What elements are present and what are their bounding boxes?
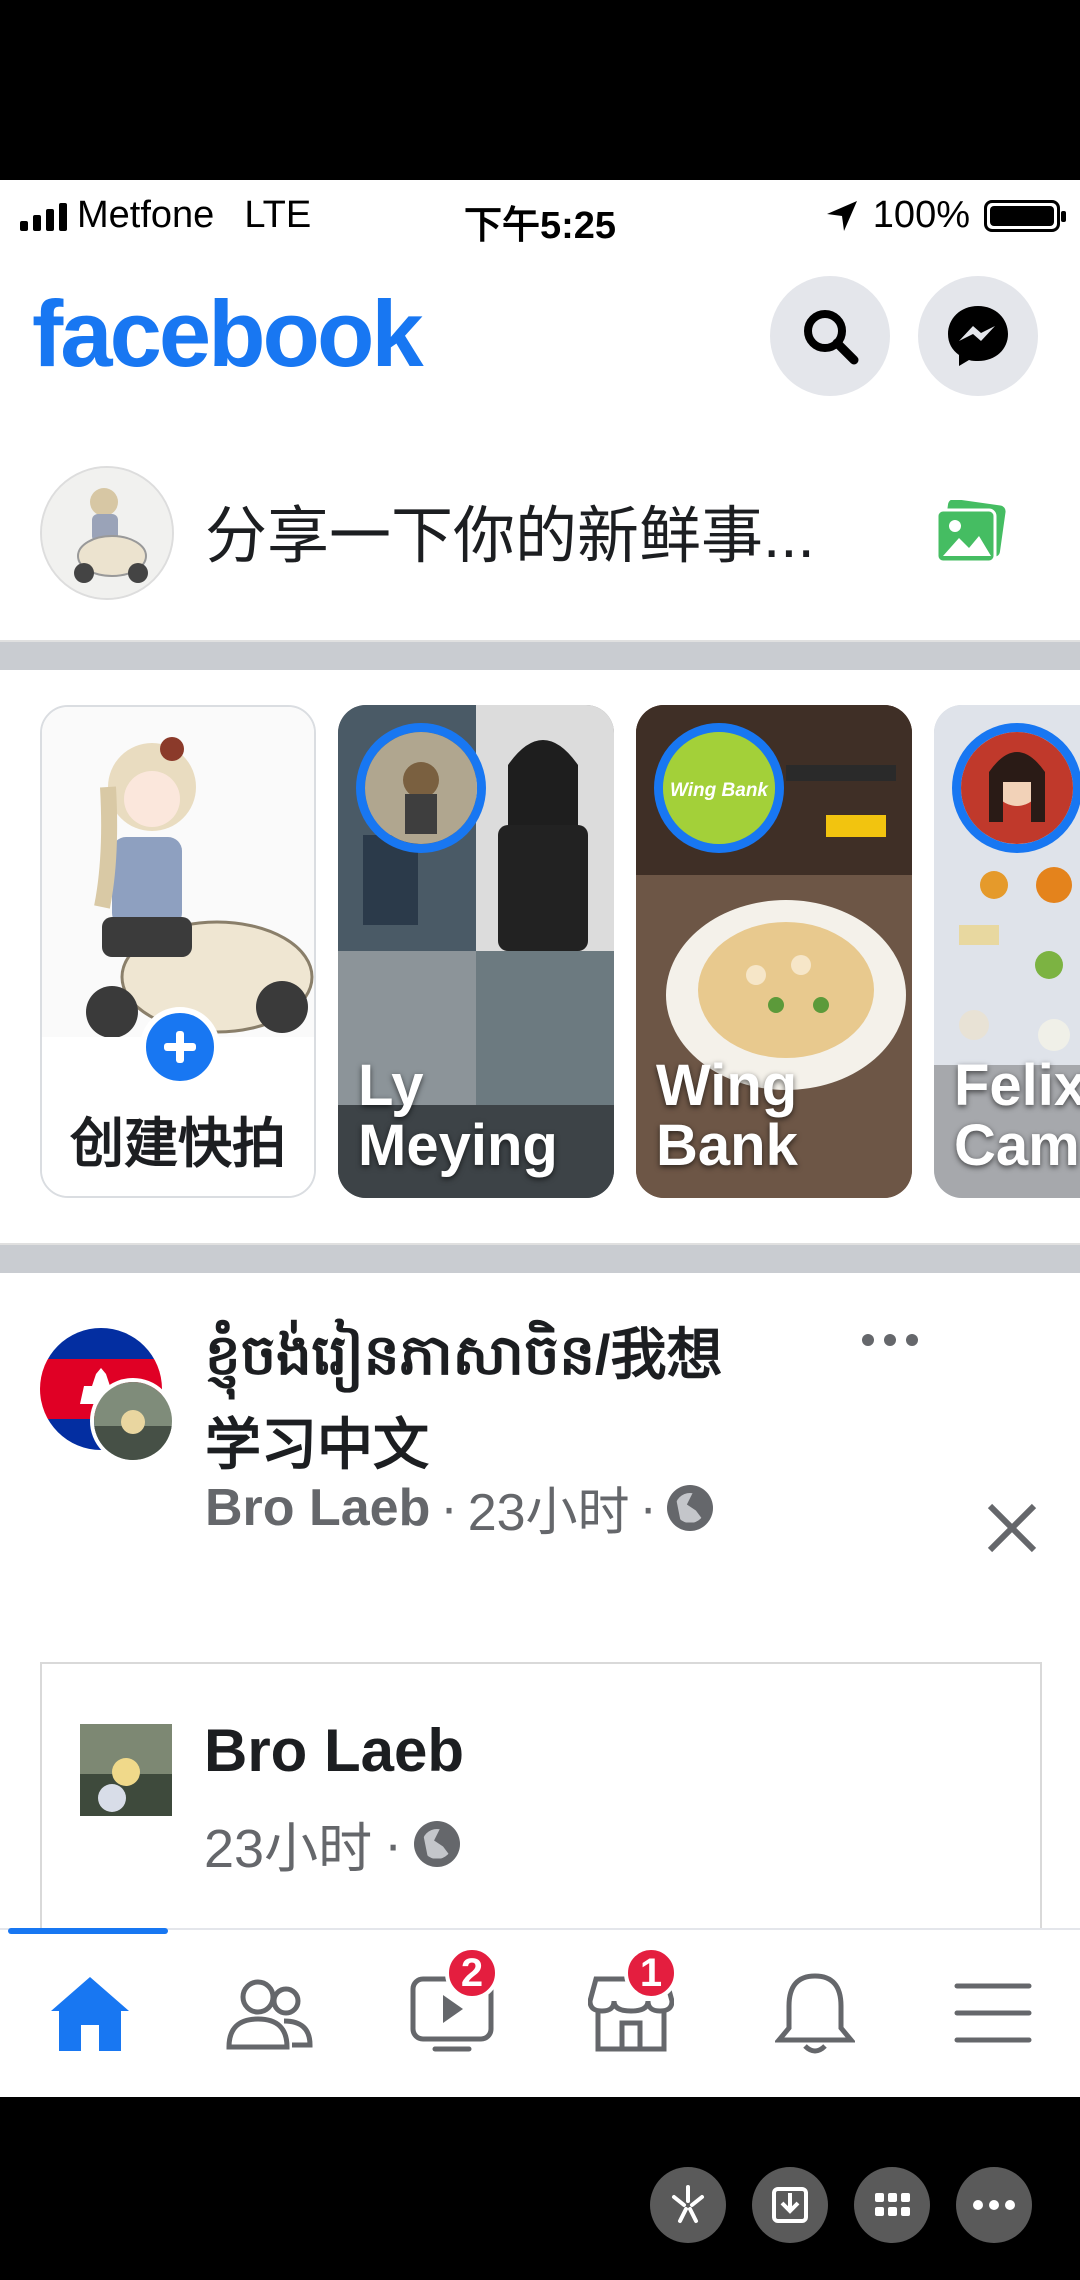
post-more-button[interactable]	[862, 1328, 918, 1352]
more-dots-icon	[973, 2200, 1015, 2210]
grid-icon	[875, 2193, 910, 2216]
story-ly-meying[interactable]: Ly Meying	[338, 705, 614, 1198]
sparkle-icon	[672, 2185, 704, 2223]
close-icon[interactable]	[986, 1502, 1038, 1554]
profile-avatar[interactable]	[40, 466, 174, 600]
section-divider	[0, 640, 1080, 670]
home-icon	[51, 1977, 129, 2051]
messenger-icon	[948, 306, 1008, 366]
search-icon	[804, 310, 859, 365]
plus-icon	[164, 1031, 196, 1063]
meta-separator: ·	[384, 1813, 403, 1874]
add-story-button[interactable]	[140, 1007, 220, 1087]
menu-icon	[954, 1983, 1032, 2043]
shared-author-name[interactable]: Bro Laeb	[204, 1716, 464, 1785]
story-name: Wing Bank	[656, 1053, 798, 1178]
battery-percent: 100%	[872, 194, 970, 236]
shared-post-card[interactable]: Bro Laeb 23小时 ·	[40, 1662, 1042, 1964]
create-story-image	[42, 707, 314, 1037]
more-options-button[interactable]	[956, 2167, 1032, 2243]
story-wing-bank[interactable]: Wing Bank Wing Bank	[636, 705, 912, 1198]
story-avatar: Wing Bank	[654, 723, 784, 853]
sparkle-button[interactable]	[650, 2167, 726, 2243]
post-meta: Bro Laeb · 23小时 ·	[205, 1470, 713, 1545]
facebook-logo[interactable]: facebook	[32, 280, 424, 388]
shared-meta: 23小时 ·	[204, 1804, 461, 1883]
globe-icon	[414, 1820, 461, 1867]
meta-separator: ·	[639, 1478, 657, 1537]
story-felix-cam[interactable]: Felix Cam	[934, 705, 1080, 1198]
post-author[interactable]: Bro Laeb	[205, 1478, 430, 1538]
photo-button[interactable]	[935, 498, 1007, 571]
create-story-card[interactable]: 创建快拍	[40, 705, 316, 1198]
tab-friends[interactable]	[214, 1958, 324, 2068]
post-title: ខ្ញុំចង់រៀនភាសាចិន/我想学习中文	[205, 1323, 723, 1476]
active-tab-indicator	[8, 1928, 168, 1934]
messenger-button[interactable]	[918, 276, 1038, 396]
story-avatar	[952, 723, 1080, 853]
story-name: Ly Meying	[358, 1053, 558, 1178]
search-button[interactable]	[770, 276, 890, 396]
friends-icon	[226, 1979, 313, 2050]
bottom-tab-bar: 2 1	[0, 1928, 1080, 2097]
create-story-label: 创建快拍	[70, 1114, 286, 1174]
author-avatar-image	[94, 1382, 172, 1460]
facebook-app: Metfone LTE 下午5:25 100% facebook 分享一下你的新…	[0, 180, 1080, 2097]
watch-badge: 2	[445, 1946, 499, 2000]
svg-text:Wing Bank: Wing Bank	[670, 780, 769, 801]
download-button[interactable]	[752, 2167, 828, 2243]
tab-menu[interactable]	[938, 1958, 1048, 2068]
battery-icon	[984, 199, 1066, 232]
shared-author-avatar[interactable]	[80, 1724, 172, 1816]
globe-icon	[666, 1484, 713, 1531]
composer-input[interactable]: 分享一下你的新鲜事...	[205, 485, 815, 575]
apps-grid-button[interactable]	[854, 2167, 930, 2243]
tab-marketplace[interactable]: 1	[576, 1946, 686, 2068]
author-avatar[interactable]	[90, 1378, 176, 1464]
story-name: Felix Cam	[954, 1053, 1080, 1178]
avatar-image	[42, 468, 172, 598]
location-arrow-icon	[826, 200, 857, 231]
marketplace-badge: 1	[624, 1946, 678, 2000]
tab-home[interactable]	[35, 1958, 145, 2068]
status-bar: Metfone LTE 下午5:25 100%	[0, 180, 1080, 250]
post-time[interactable]: 23小时	[468, 1470, 630, 1545]
story-avatar	[356, 723, 486, 853]
shared-avatar-image	[80, 1724, 172, 1816]
photo-icon	[935, 498, 1006, 564]
download-icon	[772, 2187, 808, 2223]
tab-watch[interactable]: 2	[397, 1946, 507, 2068]
meta-separator: ·	[440, 1478, 458, 1537]
section-divider	[0, 1243, 1080, 1273]
shared-time[interactable]: 23小时	[204, 1804, 372, 1883]
tab-notifications[interactable]	[760, 1958, 870, 2068]
bell-icon	[775, 1973, 855, 2054]
